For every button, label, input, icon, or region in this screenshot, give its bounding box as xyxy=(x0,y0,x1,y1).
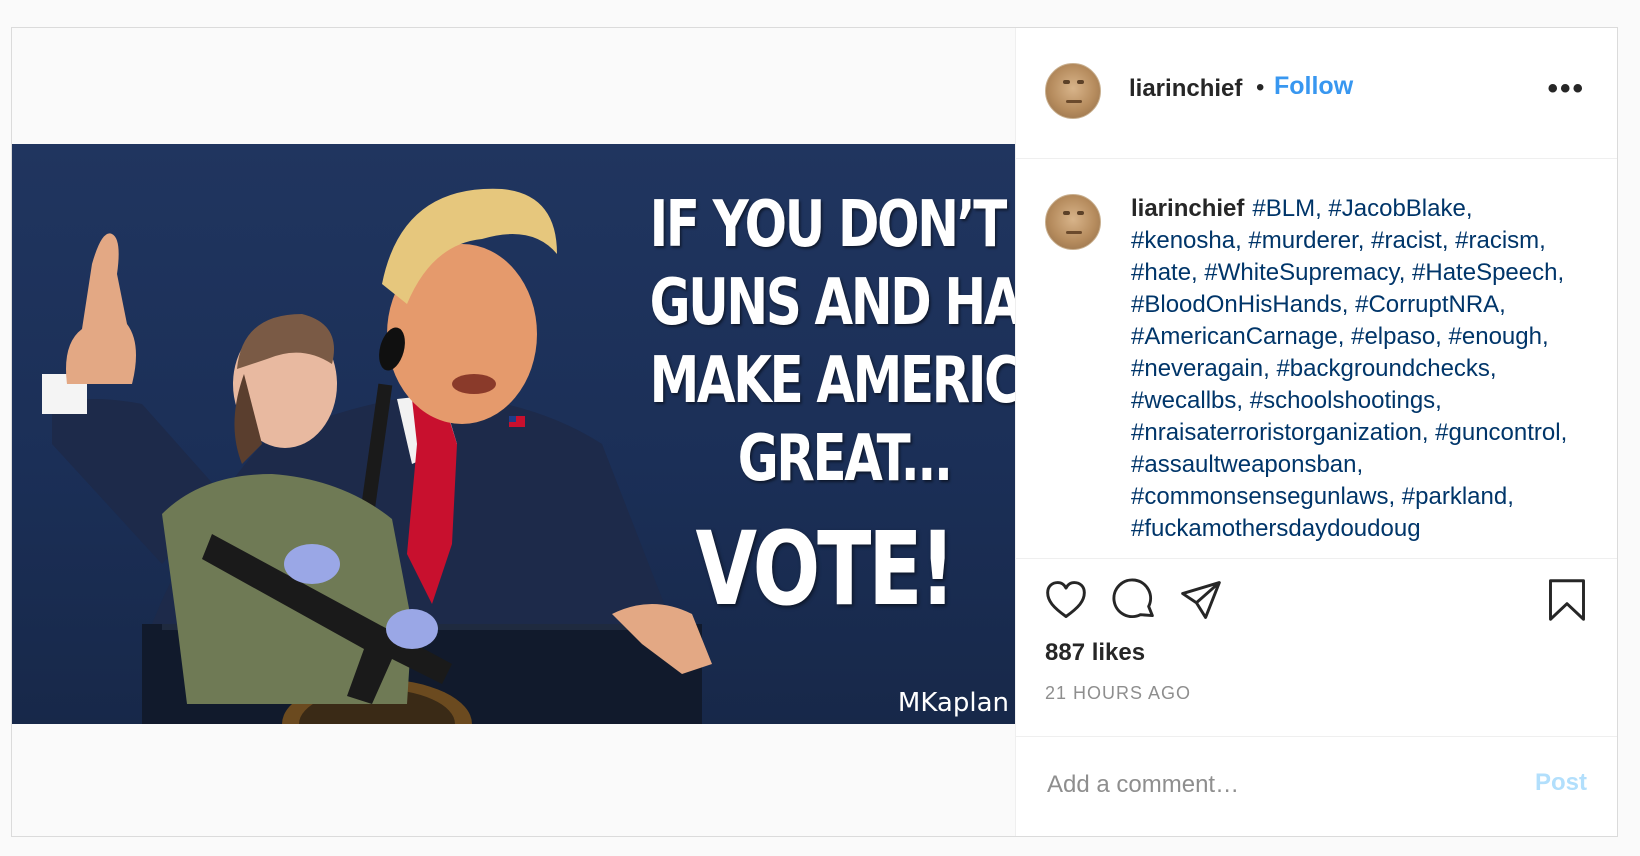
post-timestamp[interactable]: 21 HOURS AGO xyxy=(1045,683,1191,704)
headline-line: GUNS AND HATE xyxy=(649,266,1015,340)
artist-signature: MKaplan xyxy=(897,688,1009,718)
post-actions: 887 likes 21 HOURS AGO xyxy=(1016,558,1617,739)
username-link[interactable]: liarinchief xyxy=(1129,75,1242,103)
avatar[interactable] xyxy=(1045,63,1101,119)
post-header: liarinchief • Follow ••• xyxy=(1016,28,1617,159)
comment-icon[interactable] xyxy=(1110,577,1158,625)
headline-line: GREAT... xyxy=(737,422,953,496)
post-comment-button[interactable]: Post xyxy=(1535,769,1587,797)
headline-line: IF YOU DON’T THINK xyxy=(649,188,1015,262)
share-icon[interactable] xyxy=(1177,577,1225,625)
separator-dot: • xyxy=(1256,74,1265,101)
heart-icon[interactable] xyxy=(1042,577,1090,625)
comment-input[interactable] xyxy=(1045,767,1479,803)
bookmark-icon[interactable] xyxy=(1543,577,1591,625)
caption: liarinchief #BLM, #JacobBlake, #kenosha, … xyxy=(1131,193,1587,545)
likes-count[interactable]: 887 likes xyxy=(1045,639,1145,667)
post-sidebar: liarinchief • Follow ••• liarinchief #BLM… xyxy=(1015,28,1617,836)
headline-line: MAKE AMERICA xyxy=(649,344,1015,418)
poster-vote-text: VOTE! xyxy=(695,510,956,629)
more-options-icon[interactable]: ••• xyxy=(1541,74,1591,104)
caption-hashtags[interactable]: #BLM, #JacobBlake, #kenosha, #murderer, … xyxy=(1131,195,1567,542)
poster-headline: IF YOU DON’T THINK GUNS AND HATE MAKE AM… xyxy=(649,186,1015,498)
caption-username[interactable]: liarinchief xyxy=(1131,195,1244,222)
caption-avatar[interactable] xyxy=(1045,194,1101,250)
comments-area[interactable]: liarinchief #BLM, #JacobBlake, #kenosha, … xyxy=(1016,159,1617,558)
add-comment-bar: Post xyxy=(1016,736,1617,836)
instagram-post: IF YOU DON’T THINK GUNS AND HATE MAKE AM… xyxy=(11,27,1618,837)
follow-button[interactable]: Follow xyxy=(1274,72,1353,101)
post-image[interactable]: IF YOU DON’T THINK GUNS AND HATE MAKE AM… xyxy=(12,144,1015,724)
media-column: IF YOU DON’T THINK GUNS AND HATE MAKE AM… xyxy=(12,28,1015,836)
comments-fade xyxy=(1016,544,1617,558)
